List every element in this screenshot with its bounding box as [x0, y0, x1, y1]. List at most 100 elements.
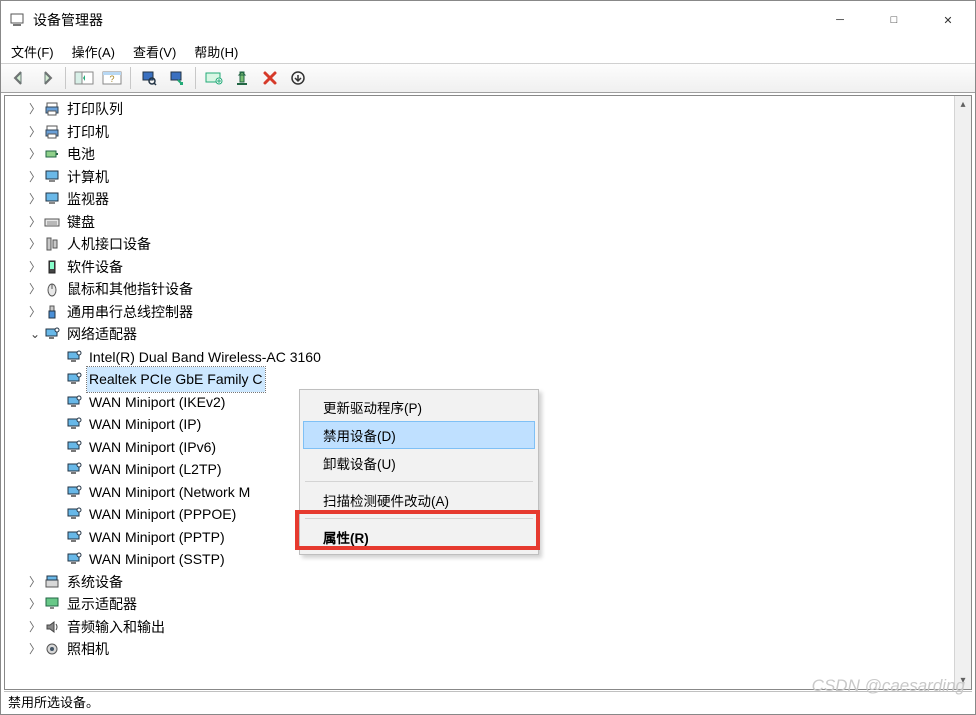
- tree-node[interactable]: 〉打印机: [5, 121, 954, 144]
- expand-icon[interactable]: 〉: [27, 616, 43, 639]
- printer-icon: [43, 100, 61, 118]
- tree-node[interactable]: 〉计算机: [5, 166, 954, 189]
- update-driver-button[interactable]: [201, 66, 227, 90]
- tree-node-label: 显示适配器: [65, 592, 139, 617]
- window-title: 设备管理器: [33, 10, 103, 30]
- tree-node[interactable]: 〉音频输入和输出: [5, 616, 954, 639]
- tree-node-label: 监视器: [65, 187, 111, 212]
- maximize-button[interactable]: □: [867, 1, 921, 39]
- monitor-icon: [43, 190, 61, 208]
- tree-node[interactable]: 〉系统设备: [5, 571, 954, 594]
- expand-icon[interactable]: 〉: [27, 233, 43, 256]
- tree-node-label: 系统设备: [65, 570, 125, 595]
- expand-icon[interactable]: 〉: [27, 278, 43, 301]
- nav-forward-button[interactable]: [34, 66, 60, 90]
- tree-node-label: 打印机: [65, 120, 111, 145]
- minimize-button[interactable]: ─: [813, 1, 867, 39]
- expand-icon[interactable]: 〉: [27, 571, 43, 594]
- network-icon: [65, 483, 83, 501]
- status-text: 禁用所选设备。: [8, 692, 99, 711]
- tree-node[interactable]: 〉打印队列: [5, 98, 954, 121]
- tree-node-label: 音频输入和输出: [65, 615, 167, 640]
- menu-view[interactable]: 查看(V): [133, 42, 176, 61]
- context-menu-item[interactable]: 卸载设备(U): [303, 449, 535, 477]
- tree-node[interactable]: Intel(R) Dual Band Wireless-AC 3160: [5, 346, 954, 369]
- tree-node-label: 电池: [65, 142, 97, 167]
- tree-node[interactable]: 〉键盘: [5, 211, 954, 234]
- tree-node[interactable]: 〉显示适配器: [5, 593, 954, 616]
- network-icon: [65, 528, 83, 546]
- tree-node-label: WAN Miniport (PPTP): [87, 525, 227, 550]
- toolbar-sep: [65, 67, 66, 89]
- network-icon: [65, 550, 83, 568]
- titlebar: 设备管理器 ─ □ ✕: [1, 1, 975, 39]
- expand-icon[interactable]: 〉: [27, 98, 43, 121]
- svg-text:?: ?: [109, 74, 114, 84]
- nav-back-button[interactable]: [6, 66, 32, 90]
- display-icon: [43, 595, 61, 613]
- expand-icon[interactable]: 〉: [27, 301, 43, 324]
- audio-icon: [43, 618, 61, 636]
- app-icon: [9, 12, 25, 28]
- network-icon: [65, 505, 83, 523]
- collapse-icon[interactable]: ⌄: [27, 323, 43, 346]
- menu-action[interactable]: 操作(A): [72, 42, 115, 61]
- system-icon: [43, 573, 61, 591]
- menu-file[interactable]: 文件(F): [11, 42, 54, 61]
- expand-icon[interactable]: 〉: [27, 188, 43, 211]
- tree-node-label: 网络适配器: [65, 322, 139, 347]
- tree-node[interactable]: 〉人机接口设备: [5, 233, 954, 256]
- expand-icon[interactable]: 〉: [27, 143, 43, 166]
- camera-icon: [43, 640, 61, 658]
- scroll-down-icon[interactable]: ▾: [956, 672, 971, 689]
- context-menu-item[interactable]: 更新驱动程序(P): [303, 393, 535, 421]
- network-icon: [65, 460, 83, 478]
- toolbar: ?: [1, 63, 975, 93]
- context-menu-item[interactable]: 扫描检测硬件改动(A): [303, 486, 535, 514]
- scroll-up-icon[interactable]: ▴: [956, 96, 971, 113]
- properties-button[interactable]: [164, 66, 190, 90]
- tree-node[interactable]: 〉照相机: [5, 638, 954, 661]
- tree-node-label: WAN Miniport (IKEv2): [87, 390, 227, 415]
- vertical-scrollbar[interactable]: ▴ ▾: [954, 96, 971, 689]
- scan-hardware-button[interactable]: [136, 66, 162, 90]
- toolbar-sep: [195, 67, 196, 89]
- context-menu-item[interactable]: 禁用设备(D): [303, 421, 535, 449]
- expand-icon[interactable]: 〉: [27, 638, 43, 661]
- context-menu-separator: [305, 518, 533, 519]
- tree-node-label: 键盘: [65, 210, 97, 235]
- enable-device-button[interactable]: [229, 66, 255, 90]
- show-hide-tree-button[interactable]: [71, 66, 97, 90]
- network-icon: [65, 348, 83, 366]
- network-icon: [65, 438, 83, 456]
- tree-node[interactable]: 〉电池: [5, 143, 954, 166]
- battery-icon: [43, 145, 61, 163]
- disable-device-button[interactable]: [285, 66, 311, 90]
- network-icon: [65, 393, 83, 411]
- expand-icon[interactable]: 〉: [27, 121, 43, 144]
- network-icon: [65, 415, 83, 433]
- close-button[interactable]: ✕: [921, 1, 975, 39]
- expand-icon[interactable]: 〉: [27, 211, 43, 234]
- expand-icon[interactable]: 〉: [27, 166, 43, 189]
- expand-icon[interactable]: 〉: [27, 256, 43, 279]
- menu-help[interactable]: 帮助(H): [194, 42, 238, 61]
- monitor-icon: [43, 168, 61, 186]
- tree-node[interactable]: Realtek PCIe GbE Family C: [5, 368, 954, 391]
- tree-node[interactable]: 〉监视器: [5, 188, 954, 211]
- tree-node[interactable]: 〉软件设备: [5, 256, 954, 279]
- context-menu[interactable]: 更新驱动程序(P)禁用设备(D)卸载设备(U) 扫描检测硬件改动(A) 属性(R): [299, 389, 539, 555]
- tree-node-label: Intel(R) Dual Band Wireless-AC 3160: [87, 345, 323, 370]
- tree-node[interactable]: ⌄ 网络适配器: [5, 323, 954, 346]
- help-button[interactable]: ?: [99, 66, 125, 90]
- tree-node-label: 计算机: [65, 165, 111, 190]
- expand-icon[interactable]: 〉: [27, 593, 43, 616]
- tree-node-label: WAN Miniport (Network M: [87, 480, 252, 505]
- uninstall-device-button[interactable]: [257, 66, 283, 90]
- tree-node[interactable]: 〉通用串行总线控制器: [5, 301, 954, 324]
- tree-node[interactable]: 〉鼠标和其他指针设备: [5, 278, 954, 301]
- context-menu-item[interactable]: 属性(R): [303, 523, 535, 551]
- tree-node-label: 打印队列: [65, 97, 125, 122]
- hid-icon: [43, 235, 61, 253]
- tree-node-label: Realtek PCIe GbE Family C: [87, 367, 265, 392]
